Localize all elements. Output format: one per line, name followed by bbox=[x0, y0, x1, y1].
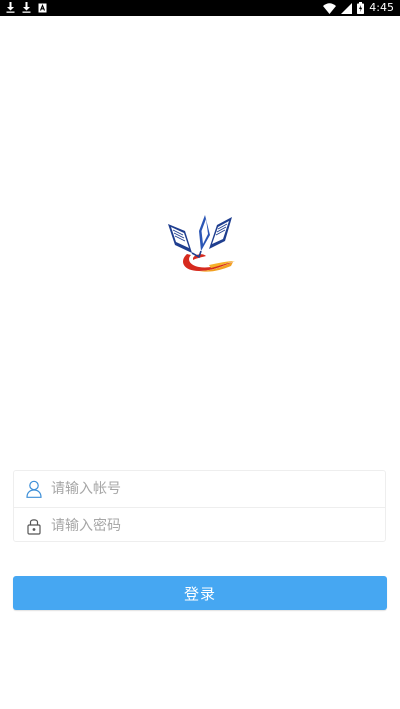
notification-icon bbox=[38, 3, 47, 12]
password-row bbox=[14, 507, 385, 543]
lock-icon bbox=[25, 516, 43, 536]
book-logo-icon bbox=[168, 215, 235, 272]
status-notifications bbox=[6, 2, 47, 13]
login-button[interactable]: 登录 bbox=[13, 576, 387, 610]
username-input[interactable] bbox=[51, 474, 351, 504]
password-input[interactable] bbox=[51, 510, 351, 541]
signal-icon bbox=[341, 2, 353, 14]
status-time: 4:45 bbox=[369, 1, 394, 14]
battery-icon bbox=[357, 2, 365, 14]
login-screen: 4:45 请输入帐号 登录 bbox=[0, 0, 400, 709]
download-icon bbox=[6, 2, 15, 13]
status-system: 4:45 bbox=[323, 1, 394, 15]
status-bar: 4:45 bbox=[0, 0, 400, 16]
user-icon bbox=[25, 479, 43, 499]
download-icon bbox=[22, 2, 31, 13]
wifi-icon bbox=[323, 2, 337, 14]
login-form bbox=[13, 470, 386, 542]
username-row bbox=[14, 471, 385, 507]
